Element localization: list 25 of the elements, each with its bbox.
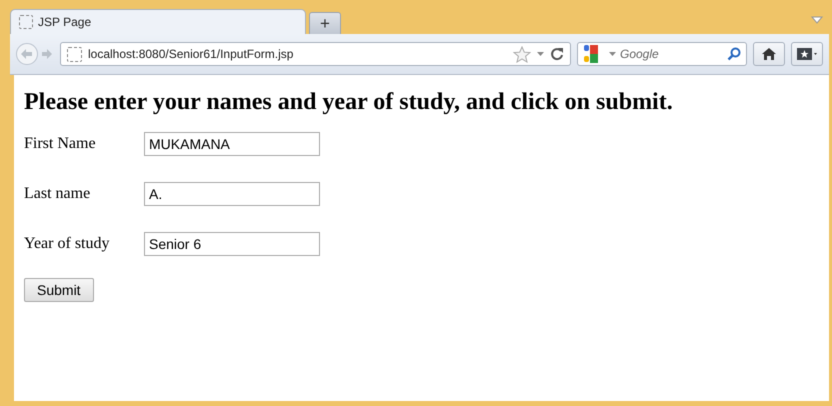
search-field[interactable]: Google — [577, 42, 747, 66]
input-field[interactable]: Senior 6 — [144, 232, 320, 256]
reload-icon[interactable] — [550, 47, 564, 61]
field-label: Last name — [24, 185, 92, 203]
browser-tab[interactable]: JSP Page — [10, 9, 306, 34]
page-icon — [19, 15, 33, 29]
input-field[interactable]: MUKAMANA — [144, 132, 320, 156]
page-icon — [67, 46, 82, 62]
caret-icon[interactable] — [609, 52, 616, 56]
new-tab-button[interactable]: + — [309, 12, 341, 34]
bookmarks-button[interactable] — [791, 42, 823, 66]
search-icon[interactable] — [727, 47, 741, 61]
page-heading: Please enter your names and year of study, and click on submit. — [24, 89, 674, 116]
search-input[interactable]: Google — [620, 47, 723, 61]
bookmarks-icon — [796, 47, 818, 61]
field-label: First Name — [24, 135, 97, 153]
home-icon — [761, 47, 777, 61]
star-icon[interactable] — [513, 46, 531, 62]
submit-button[interactable]: Submit — [24, 278, 94, 302]
input-field[interactable]: A. — [144, 182, 320, 206]
address-bar[interactable]: localhost:8080/Senior61/InputForm.jsp — [60, 42, 571, 66]
field-label: Year of study — [24, 235, 110, 253]
dropdown-icon[interactable] — [811, 16, 823, 24]
caret-icon[interactable] — [537, 52, 544, 56]
home-button[interactable] — [753, 42, 785, 66]
